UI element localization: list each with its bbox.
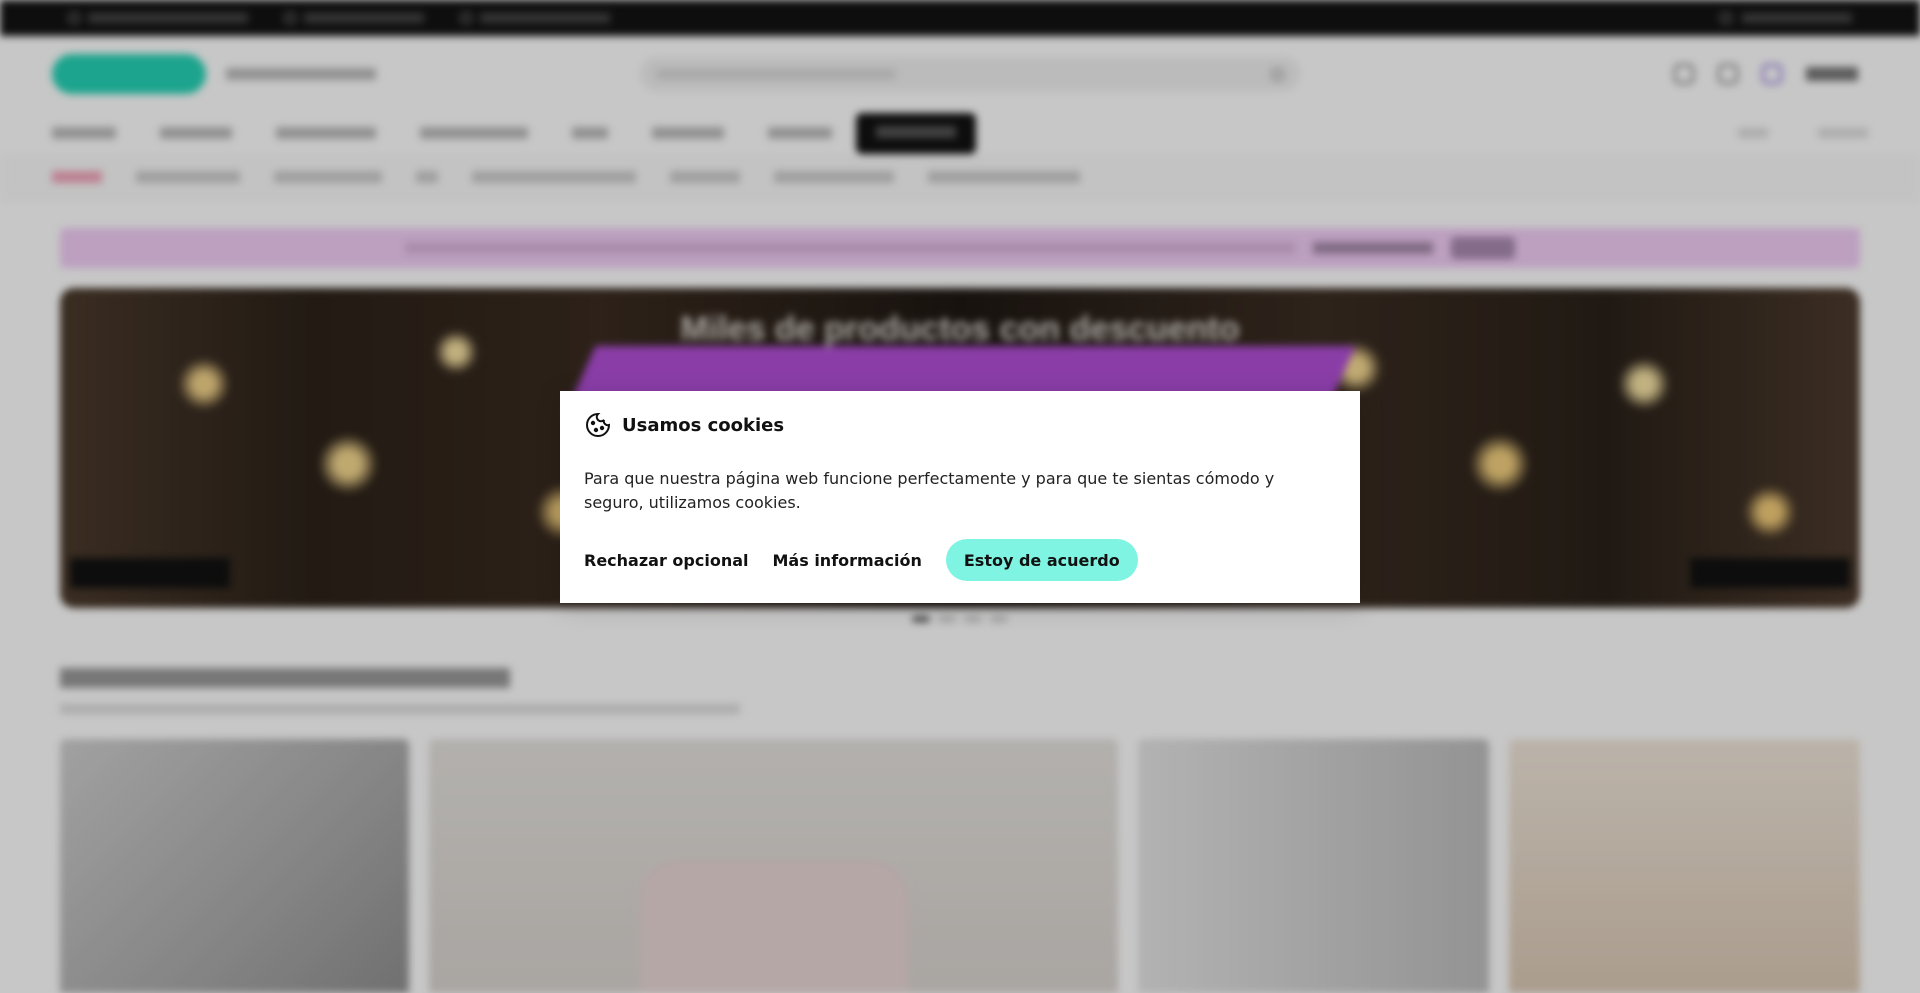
more-info-button[interactable]: Más información	[773, 551, 922, 570]
cookie-dialog-actions: Rechazar opcional Más información Estoy …	[584, 539, 1336, 581]
cookie-dialog-title: Usamos cookies	[622, 414, 785, 436]
cookie-dialog-body: Para que nuestra página web funcione per…	[584, 469, 1275, 512]
cookie-icon	[584, 411, 612, 439]
cookie-dialog-header: Usamos cookies	[584, 411, 1336, 439]
reject-optional-button[interactable]: Rechazar opcional	[584, 551, 749, 570]
accept-cookies-button[interactable]: Estoy de acuerdo	[945, 539, 1138, 581]
cookie-dialog: Usamos cookies Para que nuestra página w…	[560, 391, 1360, 603]
